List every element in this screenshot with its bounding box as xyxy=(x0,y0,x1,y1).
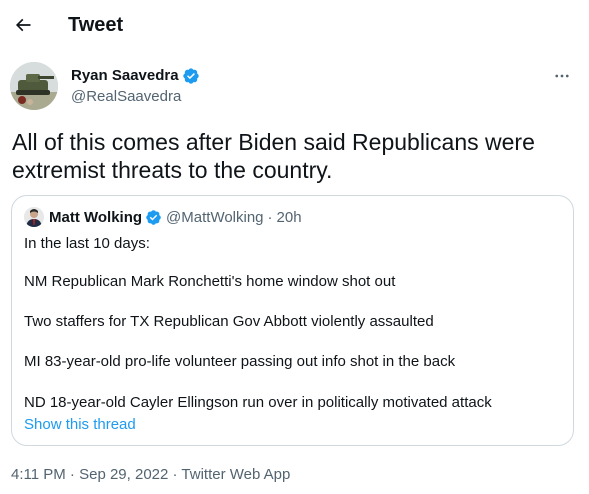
verified-badge-icon xyxy=(145,209,162,226)
tweet-text: All of this comes after Biden said Repub… xyxy=(12,129,535,183)
quoted-handle: @MattWolking xyxy=(166,208,264,226)
verified-badge-icon xyxy=(182,67,200,85)
separator-dot: · xyxy=(65,466,80,483)
avatar[interactable] xyxy=(10,62,58,110)
quoted-tweet-card[interactable]: Matt Wolking @MattWolking · 20h In the l… xyxy=(11,195,574,446)
tweet-metadata: 4:11 PM · Sep 29, 2022 · Twitter Web App xyxy=(11,466,290,484)
tweet-author: Ryan Saavedra @RealSaavedra xyxy=(10,62,579,112)
quoted-text-line: Two staffers for TX Republican Gov Abbot… xyxy=(24,313,434,330)
quoted-avatar xyxy=(24,207,44,227)
avatar-image xyxy=(10,62,58,110)
separator-dot: · xyxy=(168,466,182,483)
author-name-row: Ryan Saavedra xyxy=(71,67,200,85)
quoted-text-line: NM Republican Mark Ronchetti's home wind… xyxy=(24,273,396,290)
quoted-timestamp: 20h xyxy=(276,208,302,226)
quoted-text-line: In the last 10 days: xyxy=(24,235,150,252)
tweet-time[interactable]: 4:11 PM xyxy=(11,466,66,483)
page-title: Tweet xyxy=(68,14,124,36)
author-display-name[interactable]: Ryan Saavedra xyxy=(71,67,179,85)
show-thread-link[interactable]: Show this thread xyxy=(24,416,136,433)
separator-dot: · xyxy=(267,208,273,226)
quoted-text-line: MI 83-year-old pro-life volunteer passin… xyxy=(24,353,456,370)
more-options-button[interactable] xyxy=(547,64,577,88)
tweet-source-link[interactable]: Twitter Web App xyxy=(181,466,290,483)
author-handle[interactable]: @RealSaavedra xyxy=(71,88,181,106)
back-button[interactable] xyxy=(6,8,40,42)
quoted-display-name: Matt Wolking xyxy=(49,208,143,226)
arrow-left-icon xyxy=(15,18,31,32)
top-bar: Tweet xyxy=(0,0,589,50)
tweet-date[interactable]: Sep 29, 2022 xyxy=(79,466,168,483)
quoted-text-line: ND 18-year-old Cayler Ellingson run over… xyxy=(24,394,492,411)
more-horizontal-icon xyxy=(555,74,569,78)
quoted-tweet-header: Matt Wolking @MattWolking · 20h xyxy=(24,207,302,227)
